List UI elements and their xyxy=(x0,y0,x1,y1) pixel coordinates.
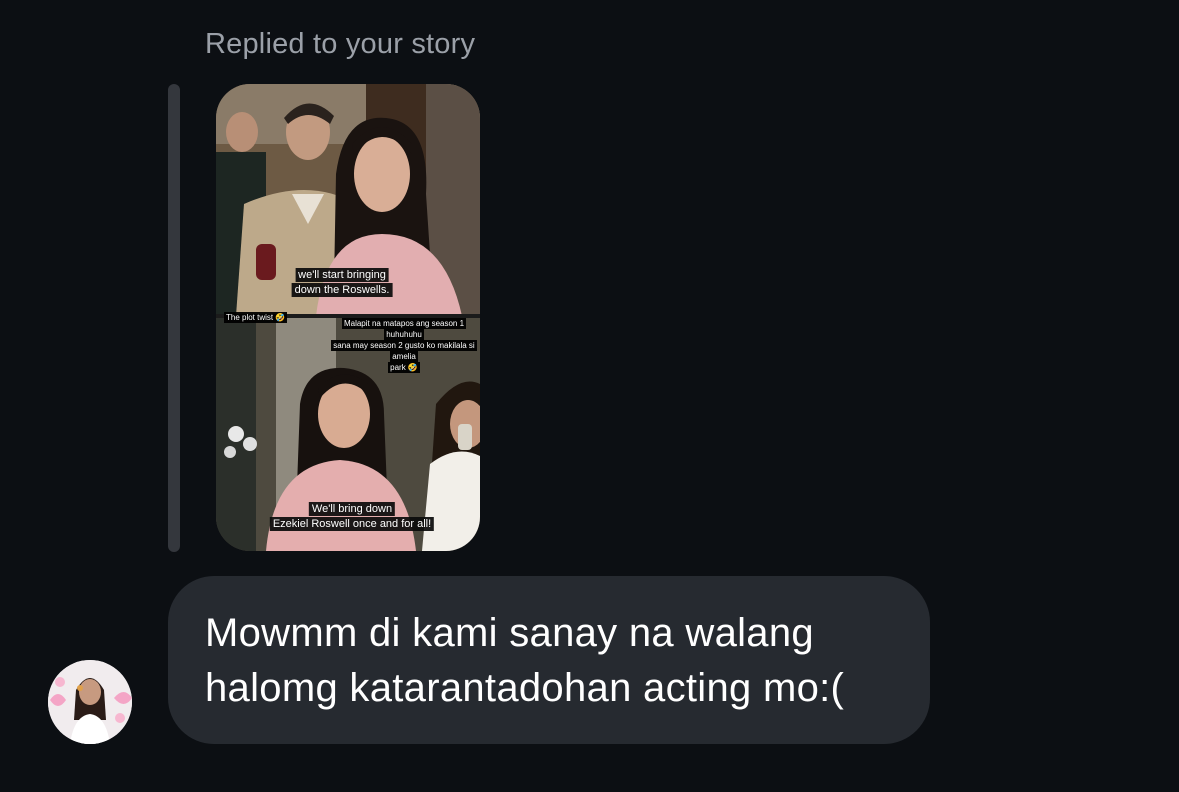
quote-bar xyxy=(168,84,180,552)
story-sticker-right: Malapit na matapos ang season 1 huhuhuhu… xyxy=(328,318,480,373)
story-preview[interactable]: we'll start bringing down the Roswells. … xyxy=(216,84,480,551)
story-sticker-right-line1: Malapit na matapos ang season 1 huhuhuhu xyxy=(341,318,467,340)
story-sticker-left: The plot twist 🤣 xyxy=(224,312,288,323)
story-sticker-left-text: The plot twist 🤣 xyxy=(224,312,288,323)
story-sticker-right-line2: sana may season 2 gusto ko makilala si a… xyxy=(331,340,477,362)
avatar[interactable] xyxy=(48,660,132,744)
message-row: Mowmm di kami sanay na walang halomg kat… xyxy=(0,576,1179,746)
message-text: Mowmm di kami sanay na walang halomg kat… xyxy=(205,611,845,710)
story-caption-bottom-line2: Ezekiel Roswell once and for all! xyxy=(269,517,435,531)
message-bubble[interactable]: Mowmm di kami sanay na walang halomg kat… xyxy=(168,576,930,744)
story-caption-bottom-line1: We'll bring down xyxy=(308,502,396,516)
story-caption-top: we'll start bringing down the Roswells. xyxy=(291,268,393,298)
reply-context-label: Replied to your story xyxy=(205,28,476,60)
avatar-image xyxy=(48,660,132,744)
story-caption-top-line1: we'll start bringing xyxy=(295,268,389,282)
story-caption-top-line2: down the Roswells. xyxy=(291,283,393,297)
story-caption-bottom: We'll bring down Ezekiel Roswell once an… xyxy=(269,502,435,532)
story-sticker-right-line3: park 🤣 xyxy=(388,362,420,373)
dm-thread: Replied to your story we'll start bringi… xyxy=(0,0,1179,792)
